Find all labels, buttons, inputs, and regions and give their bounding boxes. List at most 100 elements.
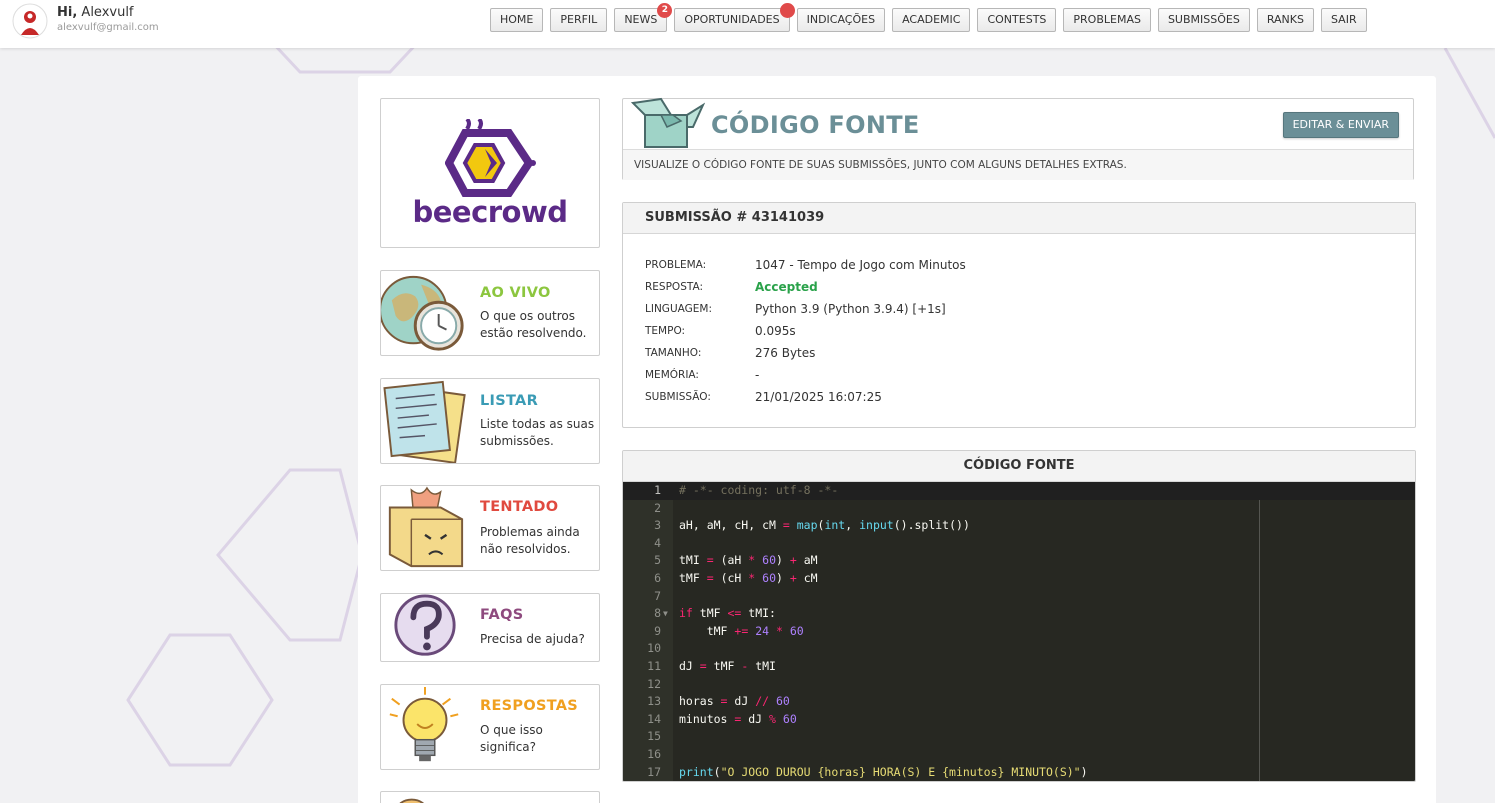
nav-label: HOME <box>500 13 534 26</box>
line-number: 2 <box>654 500 661 515</box>
info-label: RESPOSTA: <box>645 281 703 293</box>
page-header-card: CÓDIGO FONTE EDITAR & ENVIAR VISUALIZE O… <box>622 97 1414 180</box>
nav-label: PROBLEMAS <box>1073 13 1141 26</box>
fold-arrow-icon[interactable]: ▼ <box>663 605 668 623</box>
code-line: 13 horas = dJ // 60 <box>623 693 1415 711</box>
nav-label: PERFIL <box>560 13 598 26</box>
code-text: minutos = dJ % 60 <box>679 711 797 726</box>
line-number: 6 <box>654 571 661 585</box>
sidebar-desc: Precisa de ajuda? <box>480 632 585 646</box>
code-text: print("O JOGO DUROU {horas} HORA(S) E {m… <box>679 764 1088 779</box>
line-number: 15 <box>647 729 661 744</box>
info-value: Python 3.9 (Python 3.9.4) [+1s] <box>755 302 946 316</box>
brand-name: beecrowd <box>412 195 568 229</box>
nav-label: NEWS <box>624 13 658 26</box>
code-line: 11 dJ = tMF - tMI <box>623 658 1415 676</box>
info-value: 0.095s <box>755 324 796 338</box>
code-text: tMI = (aH * 60) + aM <box>679 553 818 568</box>
papers-icon <box>383 380 466 463</box>
nav-label: RANKS <box>1266 13 1304 26</box>
code-text: aH, aM, cH, cM = map(int, input().split(… <box>679 518 970 533</box>
avatar[interactable] <box>12 3 48 39</box>
code-line: 16 <box>623 746 1415 764</box>
sidebar-title: RESPOSTAS <box>480 698 579 714</box>
sidebar-desc: Problemas ainda não resolvidos. <box>480 525 580 556</box>
nav-label: SUBMISSÕES <box>1167 13 1240 26</box>
line-number: 10 <box>647 641 661 656</box>
sidebar-desc: O que os outros estão resolvendo. <box>480 309 587 340</box>
line-number: 5 <box>654 553 661 568</box>
beecrowd-logo-icon <box>445 119 536 197</box>
info-label: MEMÓRIA: <box>645 369 699 381</box>
top-bar: Hi, Alexvulf alexvulf@gmail.com HOME PER… <box>0 0 1495 48</box>
info-label: TAMANHO: <box>645 347 702 359</box>
nav-news[interactable]: NEWS 2 <box>614 3 673 32</box>
sidebar-title: LISTAR <box>480 393 539 409</box>
sidebar-item-listar[interactable]: LISTAR Liste todas as suas submissões. <box>380 378 600 464</box>
source-code-header: CÓDIGO FONTE <box>623 451 1415 482</box>
sidebar-title: AO VIVO <box>480 285 551 301</box>
info-value: 21/01/2025 16:07:25 <box>755 390 882 404</box>
nav-label: INDICAÇÕES <box>806 13 876 26</box>
sidebar-item-tentado[interactable]: TENTADO Problemas ainda não resolvidos. <box>380 485 600 571</box>
code-text: # -*- coding: utf-8 -*- <box>679 483 839 497</box>
sidebar-desc: O que isso significa? <box>480 723 543 754</box>
code-line: 5 tMI = (aH * 60) + aM <box>623 552 1415 570</box>
line-number: 7 <box>654 588 661 603</box>
nav-sair[interactable]: SAIR <box>1320 8 1367 32</box>
nav-perfil[interactable]: PERFIL <box>550 8 608 32</box>
info-label: SUBMISSÃO: <box>645 391 711 403</box>
sidebar-item-next[interactable] <box>380 791 600 803</box>
line-number: 13 <box>647 694 661 709</box>
nav-label: CONTESTS <box>987 13 1047 26</box>
info-label: PROBLEMA: <box>645 259 707 271</box>
problem-link[interactable]: 1047 - Tempo de Jogo com Minutos <box>755 256 966 274</box>
code-line: 6 tMF = (cH * 60) + cM <box>623 570 1415 588</box>
code-line: 17 print("O JOGO DUROU {horas} HORA(S) E … <box>623 764 1415 781</box>
line-number: 16 <box>647 747 661 761</box>
user-greeting: Hi, Alexvulf <box>57 5 134 20</box>
source-code-card: CÓDIGO FONTE 1 # -*- coding: utf-8 -*- 2 3 a… <box>622 450 1416 782</box>
code-text: if tMF <= tMI: <box>679 606 776 621</box>
sidebar-desc: Liste todas as suas submissões. <box>480 417 595 448</box>
code-text: horas = dJ // 60 <box>679 694 790 709</box>
sidebar-item-ao-vivo[interactable]: AO VIVO O que os outros estão resolvendo… <box>380 270 600 356</box>
status-badge: Accepted <box>755 280 818 294</box>
code-editor[interactable]: 1 # -*- coding: utf-8 -*- 2 3 aH, aM, cH, cM… <box>623 482 1415 781</box>
line-number: 4 <box>654 535 661 550</box>
code-text: tMF = (cH * 60) + cM <box>679 571 818 585</box>
info-value: - <box>755 368 760 382</box>
sidebar-item-faqs[interactable]: FAQS Precisa de ajuda? <box>380 593 600 662</box>
submission-card: SUBMISSÃO # 43141039 PROBLEMA: 1047 - Te… <box>622 202 1416 428</box>
sidebar-item-respostas[interactable]: RESPOSTAS O que isso significa? <box>380 684 600 770</box>
globe-clock-icon <box>381 275 464 351</box>
notification-dot <box>779 3 795 18</box>
page-title: CÓDIGO FONTE <box>711 111 920 139</box>
lightbulb-icon <box>389 686 459 762</box>
code-text: tMF += 24 * 60 <box>679 623 804 638</box>
nav-academic[interactable]: ACADEMIC <box>892 8 971 32</box>
nav-label: OPORTUNIDADES <box>684 13 780 26</box>
nav-indicacoes[interactable]: INDICAÇÕES <box>796 8 886 32</box>
nav-ranks[interactable]: RANKS <box>1256 8 1314 32</box>
nav-problemas[interactable]: PROBLEMAS <box>1063 8 1151 32</box>
line-number: 12 <box>647 676 661 691</box>
code-line: 12 <box>623 676 1415 694</box>
nav-submissoes[interactable]: SUBMISSÕES <box>1157 8 1250 32</box>
brand-logo-box[interactable]: beecrowd <box>380 98 600 248</box>
code-line: 14 minutos = dJ % 60 <box>623 711 1415 729</box>
line-number: 8 <box>654 606 661 621</box>
submission-header: SUBMISSÃO # 43141039 <box>623 203 1415 234</box>
sidebar-title: TENTADO <box>480 499 559 515</box>
main-nav: HOME PERFIL NEWS 2 OPORTUNIDADES INDICAÇÕ… <box>490 3 1367 32</box>
code-line: 9 tMF += 24 * 60 <box>623 623 1415 641</box>
code-line: 2 <box>623 500 1415 518</box>
edit-and-submit-button[interactable]: EDITAR & ENVIAR <box>1282 112 1399 138</box>
line-number: 1 <box>654 483 661 497</box>
nav-home[interactable]: HOME <box>490 8 544 32</box>
code-line: 7 <box>623 588 1415 606</box>
line-number: 9 <box>654 623 661 638</box>
line-number: 17 <box>647 764 661 779</box>
nav-oportunidades[interactable]: OPORTUNIDADES <box>674 3 795 32</box>
nav-contests[interactable]: CONTESTS <box>977 8 1057 32</box>
